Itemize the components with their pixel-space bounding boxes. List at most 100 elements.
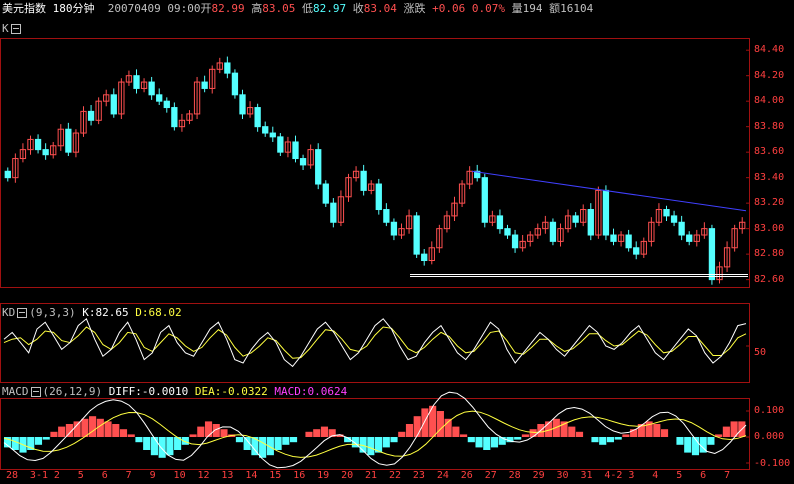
candle-body <box>315 149 322 185</box>
candle-body <box>4 170 11 179</box>
macd-histogram-bar <box>614 437 622 440</box>
macd-histogram-bar <box>591 437 599 443</box>
candle-body <box>110 94 117 115</box>
macd-histogram-bar <box>367 437 375 456</box>
macd-histogram-bar <box>684 437 692 453</box>
macd-histogram-bar <box>575 431 584 437</box>
macd-histogram-bar <box>405 424 414 437</box>
macd-histogram-bar <box>158 437 166 458</box>
macd-histogram-bar <box>606 437 615 443</box>
macd-histogram-bar <box>127 434 135 437</box>
candle-body <box>375 183 382 211</box>
macd-histogram-bar <box>50 431 58 437</box>
candle-body <box>231 72 239 96</box>
candle-body <box>421 253 428 262</box>
macd-histogram-bar <box>490 437 499 448</box>
macd-histogram-bar <box>653 424 661 437</box>
macd-histogram-bar <box>73 421 81 437</box>
macd-histogram-bar <box>42 437 50 440</box>
macd-histogram-bar <box>390 437 398 443</box>
macd-histogram-bar <box>289 437 298 443</box>
macd-histogram-bar <box>313 429 321 437</box>
macd-histogram-bar <box>282 437 290 445</box>
chart-canvas[interactable] <box>0 0 794 484</box>
macd-histogram-bar <box>707 437 715 445</box>
candle-body <box>360 170 367 191</box>
macd-histogram-bar <box>722 426 730 437</box>
candle-body <box>633 247 640 255</box>
candle-body <box>163 100 170 109</box>
macd-histogram-bar <box>104 421 112 437</box>
candle-body <box>413 215 420 255</box>
candle-body <box>254 107 261 128</box>
macd-histogram-bar <box>235 437 244 443</box>
macd-histogram-bar <box>382 437 390 448</box>
macd-histogram-bar <box>89 416 97 437</box>
candle-body <box>299 158 307 166</box>
macd-histogram-bar <box>599 437 607 445</box>
candle-body <box>504 228 511 236</box>
candle-body <box>496 215 504 230</box>
macd-histogram-bar <box>660 429 669 437</box>
macd-histogram-bar <box>467 437 475 443</box>
macd-histogram-bar <box>81 418 89 437</box>
candle-body <box>481 177 488 223</box>
macd-histogram-bar <box>676 437 684 445</box>
macd-histogram-bar <box>150 437 158 456</box>
candle-body <box>390 221 398 236</box>
kd-k-line <box>3 317 747 368</box>
candle-body <box>383 209 390 223</box>
candle-body <box>201 81 208 89</box>
macd-histogram-bar <box>58 426 66 437</box>
macd-histogram-bar <box>475 437 483 448</box>
candle-body <box>292 141 299 160</box>
macd-histogram-bar <box>521 434 529 437</box>
candle-body <box>171 107 178 128</box>
candle-body <box>262 126 269 134</box>
macd-histogram-bar <box>259 437 267 458</box>
macd-histogram-bar <box>204 421 213 437</box>
candle-body <box>686 234 693 242</box>
candle-body <box>670 215 678 223</box>
macd-histogram-bar <box>135 437 143 443</box>
macd-histogram-bar <box>421 408 429 437</box>
macd-histogram-bar <box>166 437 174 456</box>
candle-body <box>269 132 276 138</box>
candle-body <box>156 94 163 102</box>
macd-histogram-bar <box>119 429 128 437</box>
candle-body <box>511 234 519 249</box>
candle-body <box>133 75 140 89</box>
macd-histogram-bar <box>529 429 537 437</box>
macd-histogram-bar <box>514 437 522 440</box>
candle-body <box>148 81 155 96</box>
candle-body <box>610 234 617 242</box>
macd-histogram-bar <box>189 434 197 437</box>
macd-histogram-bar <box>413 416 421 437</box>
macd-histogram-bar <box>112 424 120 437</box>
macd-histogram-bar <box>452 426 460 437</box>
macd-histogram-bar <box>320 426 329 437</box>
candle-body <box>708 228 716 281</box>
candle-body <box>239 94 246 115</box>
macd-histogram-bar <box>622 434 630 437</box>
candle-body <box>678 221 685 236</box>
macd-histogram-bar <box>220 429 228 437</box>
candle-body <box>87 110 95 121</box>
candle-body <box>322 183 329 204</box>
candle-body <box>572 215 579 223</box>
candle-body <box>34 138 42 151</box>
macd-histogram-bar <box>11 437 19 450</box>
macd-histogram-bar <box>197 426 205 437</box>
macd-histogram-bar <box>436 411 444 437</box>
candle-body <box>663 209 670 217</box>
macd-histogram-bar <box>568 426 576 437</box>
candle-body <box>330 202 337 223</box>
candle-body <box>42 149 49 156</box>
macd-histogram-bar <box>143 437 151 450</box>
candle-body <box>224 62 231 74</box>
macd-histogram-bar <box>398 431 406 437</box>
candle-body <box>277 136 284 153</box>
macd-histogram-bar <box>305 431 313 437</box>
candle-body <box>549 221 557 242</box>
macd-histogram-bar <box>460 434 468 437</box>
